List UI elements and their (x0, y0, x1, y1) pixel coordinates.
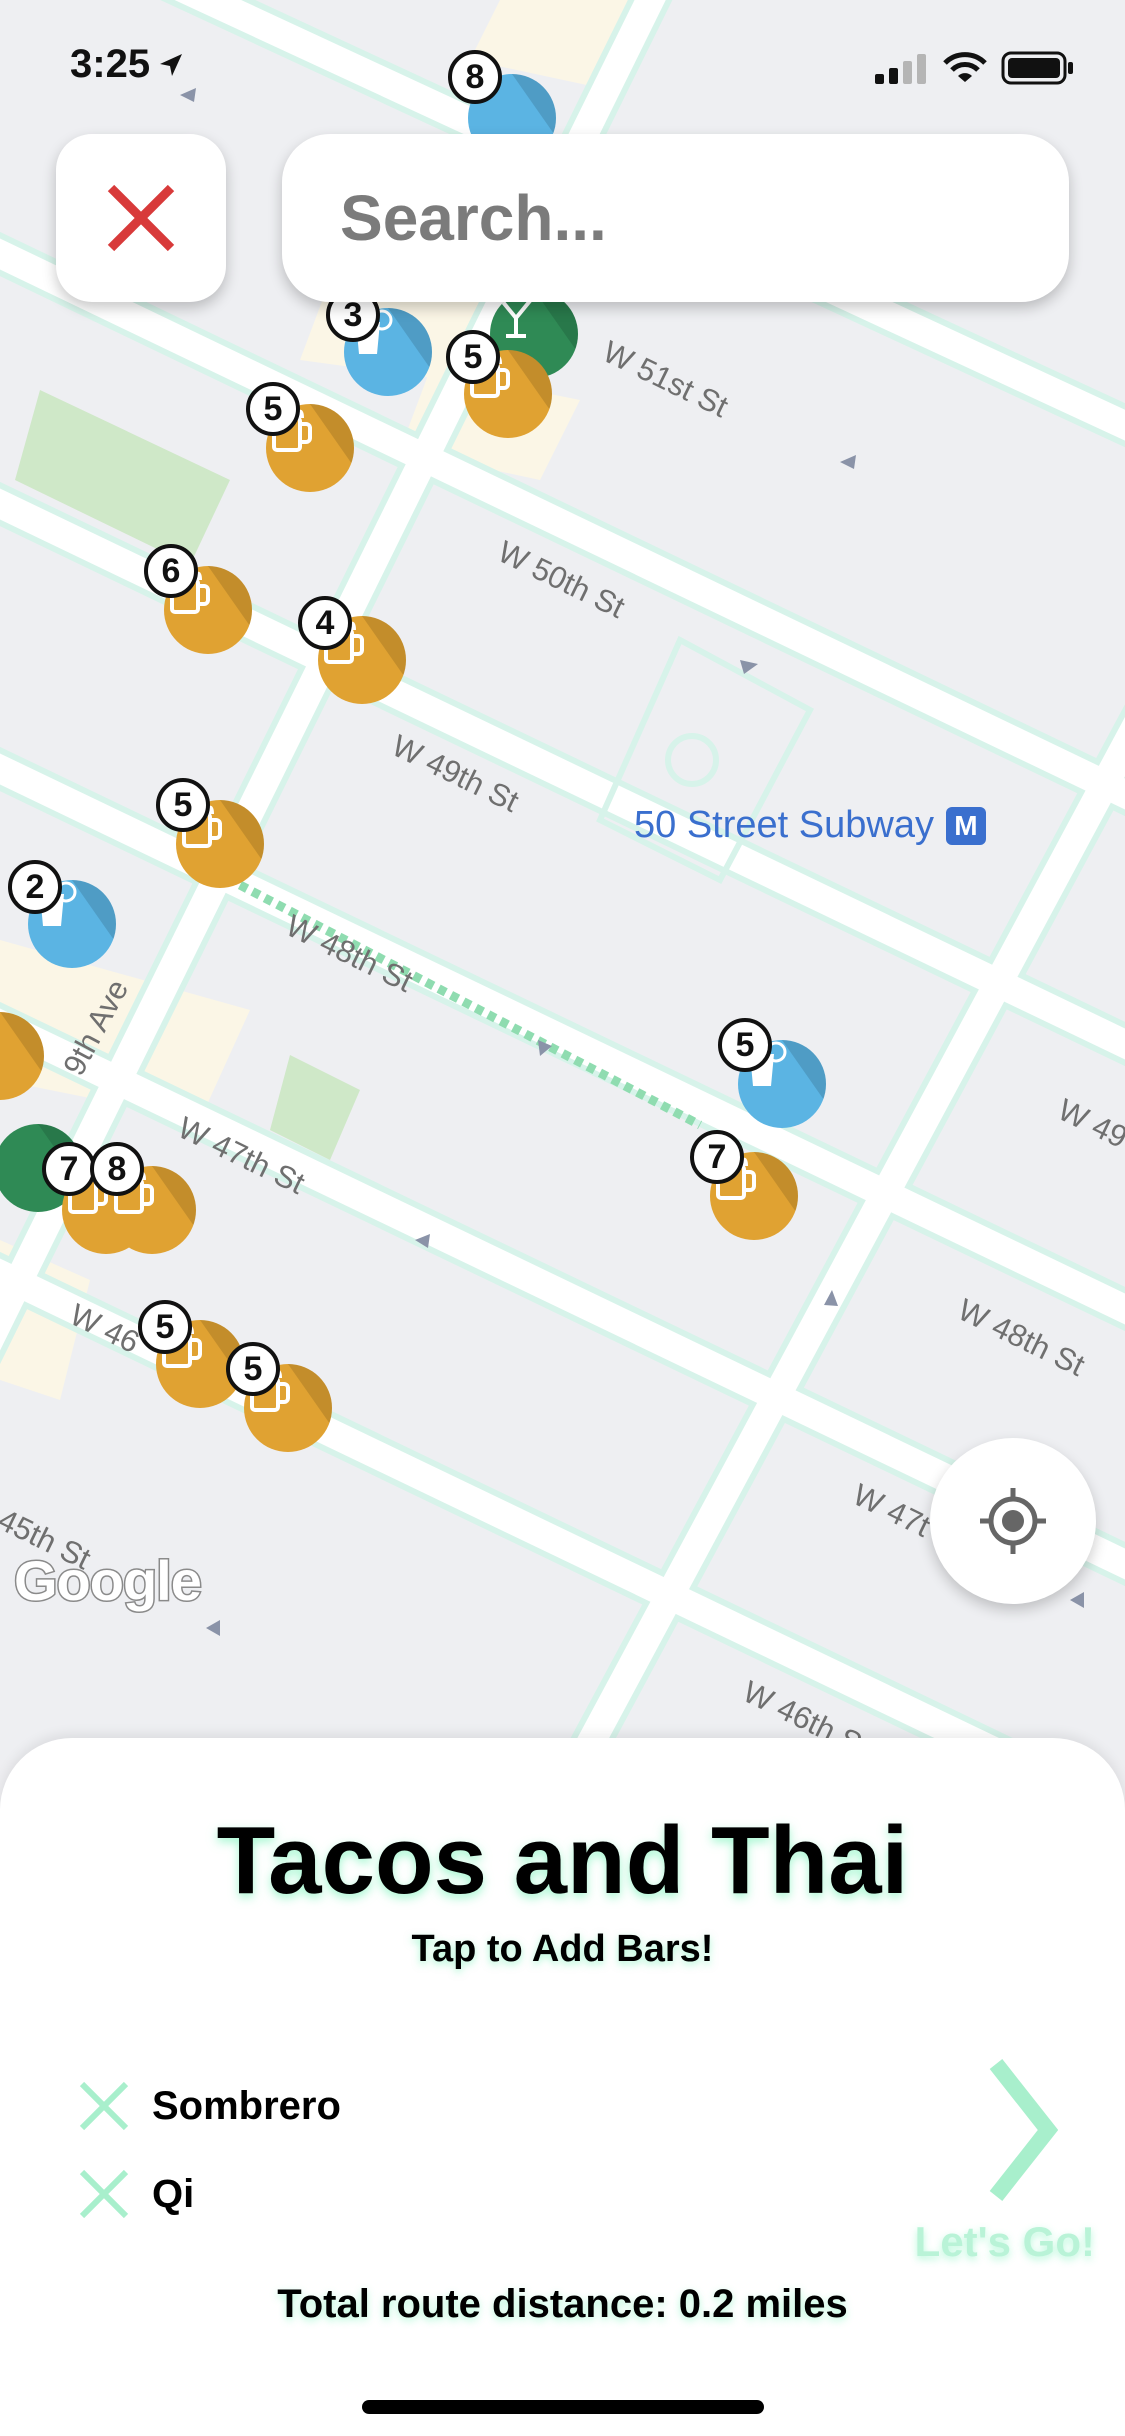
clock: 3:25 (70, 42, 151, 86)
lets-go-button[interactable]: Let's Go! (915, 2218, 1095, 2266)
location-arrow-icon (160, 53, 183, 76)
search-input[interactable] (340, 181, 1069, 255)
list-item: Sombrero (78, 2062, 341, 2150)
marker-count-badge: 7 (690, 1130, 744, 1184)
status-bar-icons (875, 50, 1075, 86)
search-bar[interactable] (282, 134, 1069, 302)
route-distance: Total route distance: 0.2 miles (277, 2282, 848, 2326)
subway-station-name: 50 Street Subway (634, 804, 934, 846)
status-bar-time: 3:25 (70, 42, 186, 87)
route-bar-list: Sombrero Qi (78, 2062, 341, 2238)
marker-count-badge: 7 (42, 1142, 96, 1196)
bar-name: Sombrero (152, 2083, 341, 2128)
home-indicator[interactable] (362, 2400, 764, 2414)
marker-count-badge: 5 (156, 778, 210, 832)
route-bottom-sheet: Tacos and Thai Tap to Add Bars! Sombrero… (0, 1738, 1125, 2436)
subway-station-label[interactable]: 50 Street Subway M (634, 804, 986, 847)
marker-count-badge: 4 (298, 596, 352, 650)
chevron-right-icon[interactable] (986, 2056, 1058, 2204)
x-icon[interactable] (78, 2080, 130, 2132)
marker-count-badge: 5 (138, 1300, 192, 1354)
list-item: Qi (78, 2150, 341, 2238)
route-title[interactable]: Tacos and Thai (0, 1806, 1125, 1916)
marker-count-badge: 5 (718, 1018, 772, 1072)
metro-icon: M (945, 806, 986, 845)
battery-icon (1001, 51, 1073, 85)
x-icon[interactable] (78, 2168, 130, 2220)
marker-count-badge: 5 (446, 330, 500, 384)
close-icon (107, 184, 175, 252)
marker-count-badge: 8 (90, 1142, 144, 1196)
close-button[interactable] (56, 134, 226, 302)
my-location-button[interactable] (930, 1438, 1096, 1604)
crosshair-icon (980, 1488, 1046, 1554)
google-attribution: Google (13, 1548, 204, 1614)
wifi-icon (943, 52, 987, 82)
route-subtitle: Tap to Add Bars! (411, 1928, 714, 1970)
cellular-signal-icon (875, 54, 926, 84)
marker-count-badge: 5 (246, 382, 300, 436)
marker-count-badge: 8 (448, 50, 502, 104)
marker-count-badge: 5 (226, 1342, 280, 1396)
marker-count-badge: 6 (144, 544, 198, 598)
marker-count-badge: 2 (8, 860, 62, 914)
bar-name: Qi (152, 2171, 195, 2216)
